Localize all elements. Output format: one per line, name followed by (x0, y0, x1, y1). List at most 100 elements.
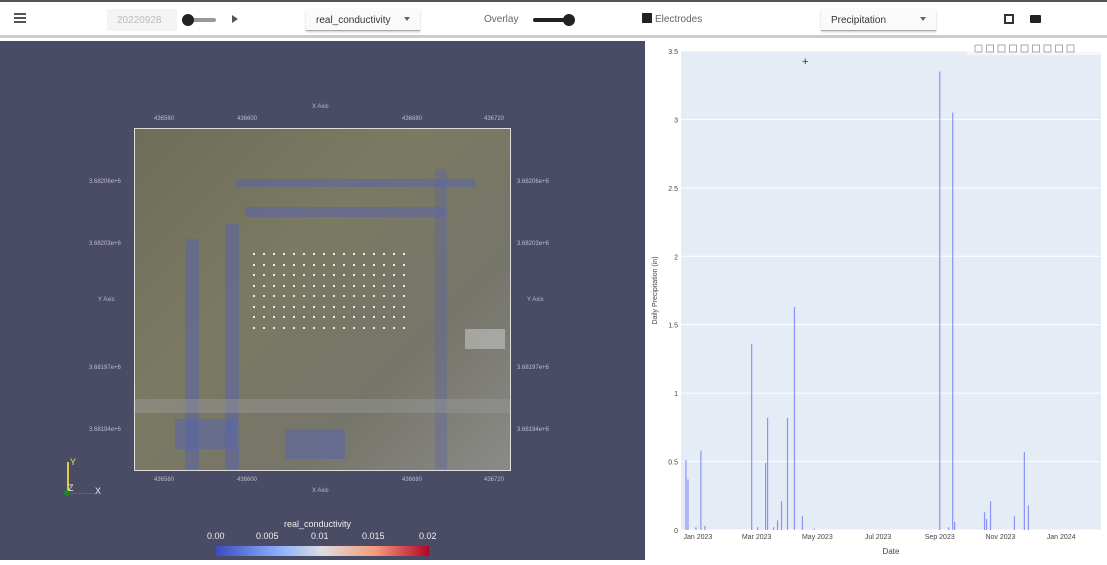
electrode-marker (253, 274, 255, 276)
electrode-marker (293, 305, 295, 308)
menu-icon[interactable] (14, 13, 26, 23)
crosshair-cursor: + (802, 56, 808, 68)
play-icon[interactable] (232, 15, 238, 23)
bar (983, 512, 986, 530)
x-tick: 436720 (484, 116, 505, 122)
overlay-label: Overlay (484, 14, 519, 25)
electrode-marker (383, 253, 385, 255)
electrode-marker (253, 284, 255, 287)
data-select-value: Precipitation (831, 15, 887, 26)
y-tick-label: 0 (674, 528, 678, 535)
electrode-marker (343, 263, 345, 266)
electrode-marker (373, 316, 375, 318)
electrode-marker (313, 295, 315, 297)
electrode-marker (303, 263, 305, 266)
electrode-marker (383, 326, 385, 329)
electrode-marker (313, 263, 315, 266)
electrode-marker (363, 284, 365, 287)
precipitation-chart[interactable]: 0 0.5 1 1.5 2 2.5 3 3.5 Jan 2023 Mar 2023 May 2023… (645, 41, 1107, 560)
electrode-marker (303, 305, 305, 308)
electrode-marker (333, 284, 335, 287)
electrode-marker (283, 284, 285, 287)
electrode-marker (353, 253, 355, 255)
x-tick: 436680 (402, 116, 423, 122)
colorbar-tick: 0.01 (311, 531, 329, 541)
video-camera-icon[interactable] (1030, 15, 1041, 23)
bar (780, 501, 783, 530)
electrode-marker (373, 284, 375, 287)
x-tick: 436720 (484, 477, 505, 483)
bar (801, 516, 804, 530)
electrode-marker (313, 284, 315, 287)
orientation-y-label: Y (70, 457, 77, 467)
overlay-toggle[interactable] (533, 14, 575, 26)
y-tick-label: 0.5 (668, 460, 678, 467)
electrode-marker (333, 263, 335, 266)
electrode-marker (323, 305, 325, 308)
orientation-z-label: Z (68, 483, 74, 493)
electrode-marker (323, 295, 325, 297)
electrode-marker (253, 316, 255, 318)
electrode-marker (403, 263, 405, 266)
electrode-marker (383, 316, 385, 318)
electrode-marker (393, 253, 395, 255)
y-tick: 3.68194e+6 (517, 427, 549, 433)
x-tick: 436600 (237, 116, 258, 122)
electrode-marker (373, 274, 375, 276)
electrode-marker (263, 284, 265, 287)
electrode-marker (283, 326, 285, 329)
field-select[interactable]: real_conductivity (306, 9, 420, 31)
bar (687, 479, 689, 530)
date-field[interactable]: 20220928 (107, 9, 177, 31)
bar (793, 306, 796, 530)
electrode-marker (253, 263, 255, 266)
electrode-marker (273, 316, 275, 318)
electrode-marker (323, 253, 325, 255)
electrode-marker (253, 295, 255, 297)
y-tick-label: 3.5 (668, 49, 678, 56)
electrode-marker (363, 305, 365, 308)
electrode-marker (303, 326, 305, 329)
electrode-marker (383, 295, 385, 297)
electrode-marker (403, 284, 405, 287)
electrode-marker (333, 253, 335, 255)
electrode-marker (273, 295, 275, 297)
chevron-down-icon (920, 17, 926, 21)
x-tick-label: Jan 2023 (684, 534, 713, 541)
orientation-x-label: X (95, 486, 102, 496)
time-slider[interactable] (182, 14, 216, 26)
electrode-marker (373, 305, 375, 308)
electrode-marker (323, 316, 325, 318)
electrode-marker (303, 316, 305, 318)
electrode-marker (293, 263, 295, 266)
electrode-marker (403, 326, 405, 329)
electrode-marker (373, 326, 375, 329)
axes-orientation-x-icon (68, 493, 98, 494)
colorbar (216, 546, 429, 556)
y-tick-label: 2.5 (668, 186, 678, 193)
electrode-marker (263, 253, 265, 255)
electrode-marker (333, 316, 335, 318)
electrode-marker (353, 274, 355, 276)
x-axis-title: Date (883, 547, 900, 556)
x-tick-label: Sep 2023 (925, 534, 955, 541)
electrode-marker (303, 274, 305, 276)
colorbar-title: real_conductivity (284, 519, 352, 529)
modebar (967, 41, 1107, 55)
electrode-marker (253, 253, 255, 255)
electrode-marker (323, 263, 325, 266)
electrodes-checkbox[interactable] (642, 13, 652, 23)
electrode-marker (323, 284, 325, 287)
electrode-marker (283, 263, 285, 266)
bar (1027, 505, 1029, 530)
fullscreen-icon[interactable] (1004, 14, 1014, 24)
data-select[interactable]: Precipitation (821, 9, 936, 31)
bar (772, 527, 775, 530)
electrode-marker (323, 274, 325, 276)
colorbar-tick: 0.015 (362, 531, 385, 541)
electrode-marker (293, 326, 295, 329)
electrode-marker (363, 253, 365, 255)
electrode-marker (313, 305, 315, 308)
y-tick: 3.68197e+6 (517, 365, 549, 371)
electrode-marker (343, 295, 345, 297)
